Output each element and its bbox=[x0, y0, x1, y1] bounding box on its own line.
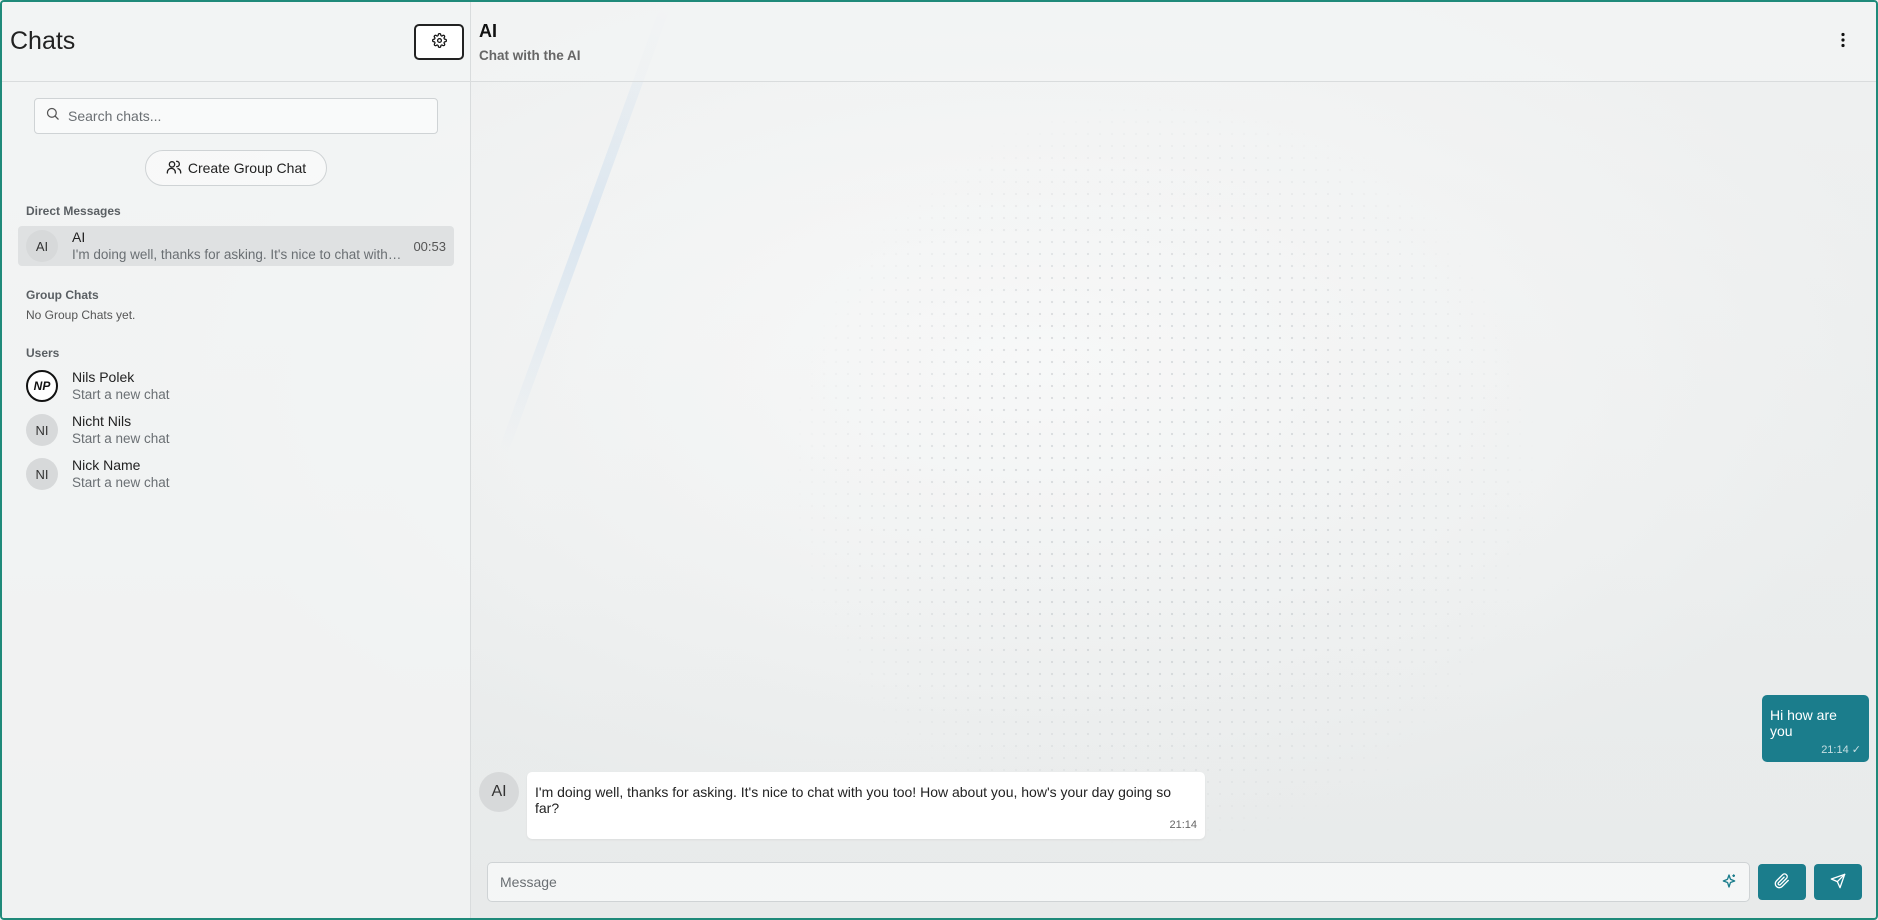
send-icon bbox=[1830, 873, 1846, 892]
message-text: I'm doing well, thanks for asking. It's … bbox=[535, 784, 1172, 816]
message-incoming-row: AI I'm doing well, thanks for asking. It… bbox=[479, 772, 1205, 839]
send-button[interactable] bbox=[1814, 864, 1862, 900]
sparkle-icon bbox=[1721, 873, 1737, 892]
chat-item-preview: I'm doing well, thanks for asking. It's … bbox=[72, 247, 402, 262]
group-chats-heading: Group Chats bbox=[26, 288, 99, 302]
user-item-subtitle: Start a new chat bbox=[72, 387, 170, 402]
user-item-name: Nicht Nils bbox=[72, 413, 132, 429]
chat-header: AI Chat with the AI bbox=[471, 2, 1876, 82]
search-input[interactable] bbox=[68, 108, 427, 124]
chat-menu-button[interactable] bbox=[1836, 28, 1850, 55]
user-item-nils-polek[interactable]: NP Nils Polek Start a new chat bbox=[18, 366, 454, 406]
chat-item-ai[interactable]: AI AI I'm doing well, thanks for asking.… bbox=[18, 226, 454, 266]
gear-icon bbox=[431, 32, 447, 51]
chat-title: AI bbox=[479, 21, 497, 41]
message-composer bbox=[471, 846, 1876, 918]
user-item-nick-name[interactable]: NI Nick Name Start a new chat bbox=[18, 454, 454, 494]
ai-suggest-button[interactable] bbox=[1721, 873, 1737, 892]
message-input[interactable] bbox=[500, 874, 1721, 890]
sidebar: Chats Search chats... Create Group Chat … bbox=[2, 2, 471, 918]
chat-item-name: AI bbox=[72, 229, 86, 245]
chat-item-time: 00:53 bbox=[413, 238, 446, 254]
group-chats-empty-note: No Group Chats yet. bbox=[26, 308, 136, 322]
message-list: Hi how are you 21:14 ✓ AI I'm doing well… bbox=[471, 82, 1876, 846]
message-outgoing: Hi how are you 21:14 ✓ bbox=[1762, 695, 1869, 762]
user-item-text: Nick Name Start a new chat bbox=[72, 456, 446, 492]
kebab-menu-icon bbox=[1840, 32, 1846, 51]
avatar: AI bbox=[26, 230, 58, 262]
sidebar-title: Chats bbox=[10, 27, 76, 55]
message-input-box bbox=[487, 862, 1750, 902]
avatar: NI bbox=[26, 458, 58, 490]
avatar: AI bbox=[479, 772, 519, 812]
message-text: Hi how are you bbox=[1770, 707, 1837, 739]
user-item-text: Nils Polek Start a new chat bbox=[72, 368, 446, 404]
search-icon bbox=[45, 106, 60, 126]
create-group-chat-button[interactable]: Create Group Chat bbox=[145, 150, 327, 186]
chat-item-text: AI I'm doing well, thanks for asking. It… bbox=[72, 228, 405, 264]
sidebar-header: Chats bbox=[2, 2, 470, 82]
chat-header-titles: AI Chat with the AI bbox=[479, 20, 581, 63]
user-item-name: Nils Polek bbox=[72, 369, 135, 385]
user-item-nicht-nils[interactable]: NI Nicht Nils Start a new chat bbox=[18, 410, 454, 450]
direct-messages-heading: Direct Messages bbox=[26, 204, 121, 218]
read-check-icon: ✓ bbox=[1851, 744, 1861, 756]
search-box bbox=[34, 98, 438, 134]
message-incoming: I'm doing well, thanks for asking. It's … bbox=[527, 772, 1205, 839]
chat-app: Chats Search chats... Create Group Chat … bbox=[0, 0, 1878, 920]
avatar: NP bbox=[26, 370, 58, 402]
message-time: 21:14 bbox=[1821, 744, 1849, 756]
users-icon bbox=[166, 159, 182, 178]
user-item-subtitle: Start a new chat bbox=[72, 475, 170, 490]
user-item-text: Nicht Nils Start a new chat bbox=[72, 412, 446, 448]
settings-button[interactable] bbox=[414, 23, 464, 60]
users-heading: Users bbox=[26, 346, 60, 360]
create-group-chat-label: Create Group Chat bbox=[187, 160, 307, 176]
attach-button[interactable] bbox=[1758, 864, 1806, 900]
message-time: 21:14 bbox=[1169, 819, 1197, 831]
chat-panel: AI Chat with the AI Hi how are you 21:14… bbox=[471, 2, 1876, 918]
chat-subtitle: Chat with the AI bbox=[479, 48, 581, 63]
message-meta: 21:14 ✓ bbox=[1821, 743, 1861, 756]
avatar: NI bbox=[26, 414, 58, 446]
paperclip-icon bbox=[1774, 872, 1790, 892]
user-item-subtitle: Start a new chat bbox=[72, 431, 170, 446]
user-item-name: Nick Name bbox=[72, 457, 141, 473]
